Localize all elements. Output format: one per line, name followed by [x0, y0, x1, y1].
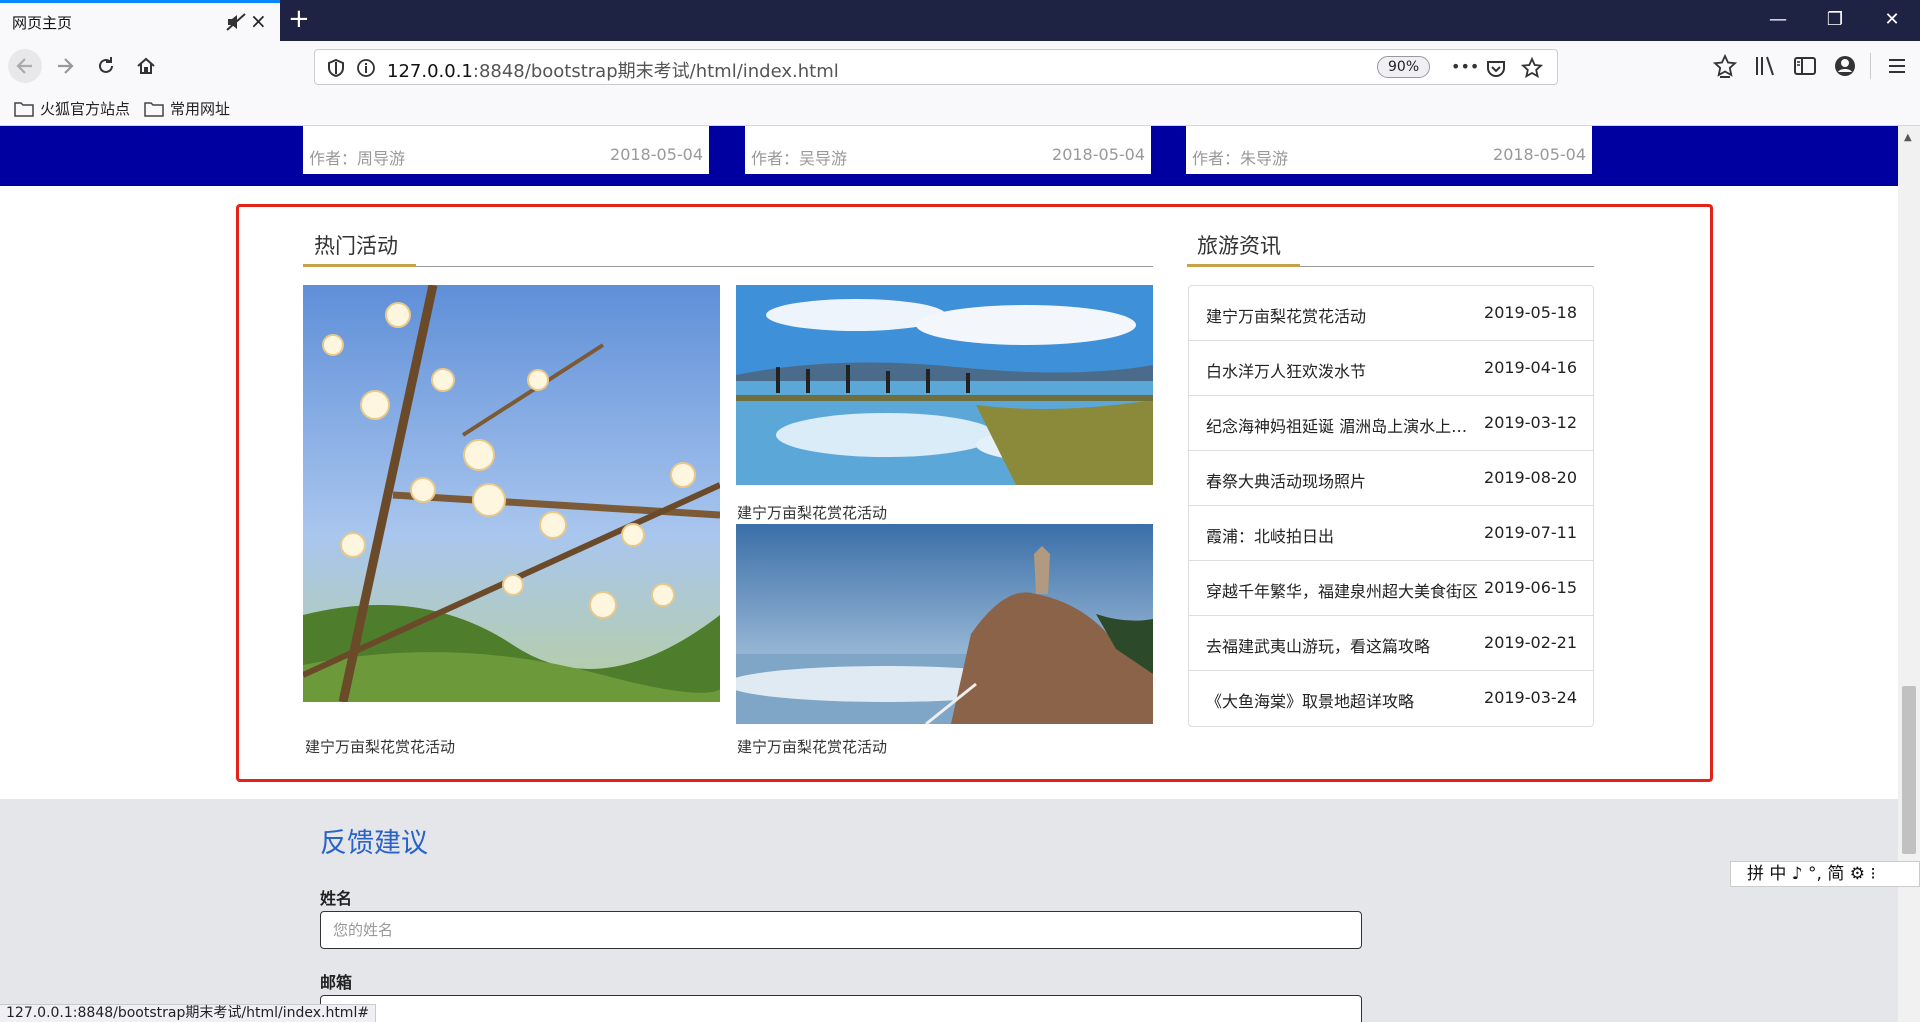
- name-input[interactable]: [320, 911, 1362, 949]
- news-date: 2019-03-24: [1484, 688, 1577, 707]
- news-title: 去福建武夷山游玩，看这篇攻略: [1206, 637, 1431, 656]
- news-date: 2019-07-11: [1484, 523, 1577, 542]
- hot-activities-title: 热门活动: [314, 234, 398, 258]
- bookmark-label: 常用网址: [170, 100, 231, 118]
- sidebar-icon[interactable]: [1792, 53, 1818, 79]
- address-bar[interactable]: 127.0.0.1:8848/bootstrap期末考试/html/index.…: [314, 49, 1558, 85]
- toolbar-divider: [1870, 53, 1871, 79]
- news-date: 2019-08-20: [1484, 468, 1577, 487]
- guide-card-footer: 作者：吴导游 2018-05-04: [745, 126, 1151, 174]
- bookmark-firefox-site[interactable]: 火狐官方站点: [14, 98, 130, 119]
- news-title: 建宁万亩梨花赏花活动: [1206, 307, 1367, 326]
- section-accent: [1187, 264, 1300, 267]
- email-label: 邮箱: [320, 973, 353, 992]
- travel-news-list: 建宁万亩梨花赏花活动 2019-05-18 白水洋万人狂欢泼水节 2019-04…: [1188, 285, 1594, 727]
- section-accent: [303, 264, 416, 267]
- name-label: 姓名: [320, 889, 353, 908]
- card-date: 2018-05-04: [1052, 145, 1145, 164]
- tab-muted-icon[interactable]: [226, 12, 246, 32]
- hamburger-menu-icon[interactable]: [1884, 53, 1910, 79]
- restore-button[interactable]: ❐: [1815, 6, 1855, 34]
- activity-caption[interactable]: 建宁万亩梨花赏花活动: [305, 736, 455, 757]
- bookmark-label: 火狐官方站点: [40, 100, 131, 118]
- library-icon[interactable]: [1752, 53, 1778, 79]
- news-title: 《大鱼海棠》取景地超详攻略: [1206, 692, 1415, 711]
- navigation-toolbar: 127.0.0.1:8848/bootstrap期末考试/html/index.…: [0, 41, 1920, 91]
- bookmark-common-sites[interactable]: 常用网址: [144, 98, 230, 119]
- news-date: 2019-06-15: [1484, 578, 1577, 597]
- folder-icon: [14, 101, 34, 117]
- reading-list-icon[interactable]: [1712, 53, 1738, 79]
- zoom-level-badge[interactable]: 90%: [1377, 56, 1431, 78]
- guide-card-footer: 作者：周导游 2018-05-04: [303, 126, 709, 174]
- back-arrow-icon: [16, 58, 32, 74]
- minimize-button[interactable]: —: [1758, 6, 1798, 34]
- news-list-item[interactable]: 霞浦：北岐拍日出 2019-07-11: [1189, 506, 1593, 561]
- travel-news-title: 旅游资讯: [1197, 234, 1281, 258]
- forward-button[interactable]: [48, 49, 82, 83]
- card-author: 作者：周导游: [309, 149, 406, 168]
- news-title: 穿越千年繁华，福建泉州超大美食街区: [1206, 582, 1478, 601]
- tab-active[interactable]: 网页主页 ×: [0, 0, 280, 41]
- url-host: 127.0.0.1: [387, 61, 473, 82]
- guide-card-footer: 作者：朱导游 2018-05-04: [1186, 126, 1592, 174]
- card-date: 2018-05-04: [610, 145, 703, 164]
- tab-strip: 网页主页 × + — ❐ ✕: [0, 0, 1920, 41]
- news-list-item[interactable]: 《大鱼海棠》取景地超详攻略 2019-03-24: [1189, 671, 1593, 726]
- page-scrollbar[interactable]: ▲: [1898, 126, 1920, 1022]
- forward-arrow-icon: [58, 58, 74, 74]
- back-button[interactable]: [8, 49, 42, 83]
- news-title: 霞浦：北岐拍日出: [1206, 527, 1335, 546]
- bookmark-star-icon[interactable]: [1521, 57, 1543, 79]
- url-text[interactable]: 127.0.0.1:8848/bootstrap期末考试/html/index.…: [387, 57, 839, 83]
- scrollbar-thumb[interactable]: [1902, 686, 1916, 854]
- close-window-button[interactable]: ✕: [1872, 6, 1912, 34]
- news-list-item[interactable]: 去福建武夷山游玩，看这篇攻略 2019-02-21: [1189, 616, 1593, 671]
- page-viewport: 作者：周导游 2018-05-04 作者：吴导游 2018-05-04 作者：朱…: [0, 126, 1898, 1022]
- site-info-icon[interactable]: [355, 57, 377, 79]
- new-tab-button[interactable]: +: [288, 4, 310, 34]
- tab-title: 网页主页: [12, 14, 73, 32]
- account-icon[interactable]: [1832, 53, 1858, 79]
- news-list-item[interactable]: 穿越千年繁华，福建泉州超大美食街区 2019-06-15: [1189, 561, 1593, 616]
- tab-close-icon[interactable]: ×: [250, 11, 267, 31]
- news-list-item[interactable]: 建宁万亩梨花赏花活动 2019-05-18: [1189, 286, 1593, 341]
- news-date: 2019-05-18: [1484, 303, 1577, 322]
- home-icon: [137, 57, 155, 74]
- ime-toolbar[interactable]: 拼 中 ♪ °, 简 ⚙ ⁝: [1730, 861, 1920, 887]
- pocket-icon[interactable]: [1485, 57, 1507, 79]
- news-title: 纪念海神妈祖延诞 湄洲岛上演水上杂技表演: [1206, 417, 1478, 436]
- page-actions-menu-icon[interactable]: •••: [1451, 57, 1479, 76]
- scroll-up-icon[interactable]: ▲: [1904, 132, 1912, 143]
- news-date: 2019-04-16: [1484, 358, 1577, 377]
- coastal-rock-pagoda-photo[interactable]: [736, 524, 1153, 724]
- reload-button[interactable]: [89, 49, 123, 83]
- lake-reflection-photo[interactable]: [736, 285, 1153, 485]
- ime-toolbar-text: 拼 中 ♪ °, 简 ⚙ ⁝: [1747, 864, 1876, 884]
- news-date: 2019-03-12: [1484, 413, 1577, 432]
- reload-icon: [99, 57, 113, 73]
- card-author: 作者：朱导游: [1192, 149, 1289, 168]
- news-list-item[interactable]: 纪念海神妈祖延诞 湄洲岛上演水上杂技表演 2019-03-12: [1189, 396, 1593, 451]
- card-author: 作者：吴导游: [751, 149, 848, 168]
- url-path: :8848/bootstrap期末考试/html/index.html: [472, 61, 839, 82]
- email-input[interactable]: [320, 995, 1362, 1022]
- news-date: 2019-02-21: [1484, 633, 1577, 652]
- plum-blossom-photo[interactable]: [303, 285, 720, 702]
- news-list-item[interactable]: 白水洋万人狂欢泼水节 2019-04-16: [1189, 341, 1593, 396]
- news-list-item[interactable]: 春祭大典活动现场照片 2019-08-20: [1189, 451, 1593, 506]
- bookmarks-toolbar: 火狐官方站点 常用网址: [0, 91, 1920, 126]
- link-status-bar: 127.0.0.1:8848/bootstrap期末考试/html/index.…: [0, 1004, 377, 1022]
- card-date: 2018-05-04: [1493, 145, 1586, 164]
- tracking-shield-icon[interactable]: [325, 57, 347, 79]
- feedback-title: 反馈建议: [320, 828, 428, 859]
- home-button[interactable]: [129, 49, 163, 83]
- activity-caption[interactable]: 建宁万亩梨花赏花活动: [737, 502, 887, 523]
- feedback-section: 反馈建议 姓名 邮箱: [0, 799, 1898, 1022]
- activity-caption[interactable]: 建宁万亩梨花赏花活动: [737, 736, 887, 757]
- section-rule: [303, 266, 1153, 267]
- news-title: 春祭大典活动现场照片: [1206, 472, 1367, 491]
- news-title: 白水洋万人狂欢泼水节: [1206, 362, 1367, 381]
- folder-icon: [144, 101, 164, 117]
